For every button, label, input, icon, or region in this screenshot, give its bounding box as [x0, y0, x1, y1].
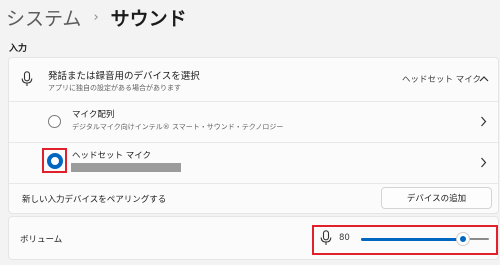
page-title: サウンド [110, 7, 187, 30]
input-device-card: 発話または録音用のデバイスを選択 アプリに独自の設定がある場合があります ヘッド… [8, 57, 499, 214]
volume-slider[interactable] [361, 233, 489, 245]
chevron-right-icon[interactable] [480, 116, 487, 127]
chevron-up-icon[interactable] [479, 75, 489, 82]
pair-device-label: 新しい入力デバイスをペアリングする [22, 195, 167, 205]
selected-input-device: ヘッドセット マイク [402, 75, 482, 85]
device-description: デジタルマイク向けインテル® スマート・サウンド・テクノロジー [72, 123, 284, 131]
breadcrumb-system-link[interactable]: システム [6, 4, 81, 31]
microphone-icon [21, 71, 33, 86]
microphone-icon[interactable] [320, 230, 332, 246]
volume-card: ボリューム 80 [8, 216, 499, 260]
pair-device-row: 新しい入力デバイスをペアリングする デバイスの追加 [9, 184, 498, 213]
redacted-device-description [71, 163, 181, 172]
input-selector-title: 発話または録音用のデバイスを選択 [48, 71, 200, 82]
slider-fill [361, 237, 464, 241]
breadcrumb: システム › サウンド [6, 2, 187, 32]
device-name: ヘッドセット マイク [72, 151, 152, 161]
device-row-headset-mic[interactable]: ヘッドセット マイク [9, 143, 498, 184]
device-row-mic-array[interactable]: マイク配列 デジタルマイク向けインテル® スマート・サウンド・テクノロジー [9, 102, 498, 143]
volume-value: 80 [339, 233, 350, 243]
slider-thumb[interactable] [457, 233, 470, 245]
slider-thumb-inner [460, 236, 467, 242]
add-device-button[interactable]: デバイスの追加 [381, 187, 492, 209]
input-section-label: 入力 [9, 44, 28, 54]
radio-mic-array[interactable] [48, 115, 61, 128]
input-device-selector-header[interactable]: 発話または録音用のデバイスを選択 アプリに独自の設定がある場合があります ヘッド… [9, 58, 498, 102]
volume-label: ボリューム [20, 235, 63, 245]
chevron-right-icon[interactable] [480, 157, 487, 168]
radio-headset-mic[interactable] [47, 153, 63, 169]
device-name: マイク配列 [72, 110, 115, 120]
input-selector-subtitle: アプリに独自の設定がある場合があります [48, 84, 181, 92]
breadcrumb-separator: › [93, 9, 99, 25]
